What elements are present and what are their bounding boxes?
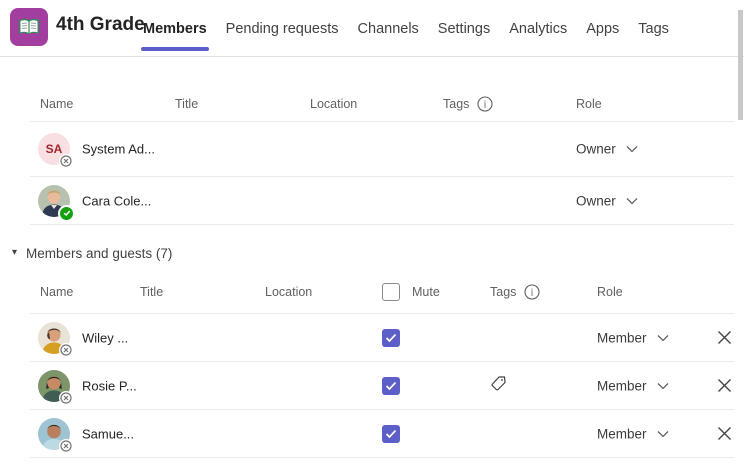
col-header-mute: Mute	[412, 285, 440, 299]
presence-blocked-icon	[59, 439, 73, 453]
svg-text:i: i	[484, 99, 487, 110]
mute-checkbox[interactable]	[382, 329, 400, 347]
col-header-role: Role	[597, 285, 623, 299]
tab-channels[interactable]: Channels	[358, 0, 419, 57]
table-row-member-wiley: Wiley ... Member	[30, 314, 734, 362]
members-table-header: Name Title Location Mute Tags i Role	[30, 271, 734, 314]
presence-available-icon	[60, 207, 73, 220]
col-header-location: Location	[310, 97, 357, 111]
tag-icon[interactable]	[490, 375, 507, 397]
table-row-owner-system-admin: SA System Ad... Owner	[30, 122, 734, 177]
role-dropdown[interactable]: Member	[597, 330, 669, 345]
tab-pending-requests[interactable]: Pending requests	[226, 0, 339, 57]
presence-blocked-icon	[59, 391, 73, 405]
owners-table-header: Name Title Location Tags i Role	[30, 86, 734, 122]
member-name: Samue...	[82, 426, 134, 441]
avatar: SA	[38, 133, 70, 165]
chevron-down-icon	[626, 146, 638, 153]
col-header-role: Role	[576, 97, 602, 111]
avatar	[38, 185, 70, 217]
mute-all-checkbox[interactable]	[382, 283, 400, 301]
remove-member-button[interactable]	[713, 327, 735, 349]
col-header-location: Location	[265, 285, 312, 299]
tab-bar: Members Pending requests Channels Settin…	[143, 0, 669, 57]
role-dropdown[interactable]: Member	[597, 378, 669, 393]
svg-text:i: i	[531, 288, 534, 299]
tags-info-icon[interactable]: i	[524, 284, 540, 300]
col-header-name: Name	[40, 285, 73, 299]
mute-checkbox[interactable]	[382, 377, 400, 395]
team-avatar-open-book-icon	[10, 8, 48, 46]
member-name: Wiley ...	[82, 330, 128, 345]
close-icon	[717, 378, 732, 393]
collapse-triangle-icon: ▾	[12, 248, 17, 258]
close-icon	[717, 330, 732, 345]
presence-blocked-icon	[59, 154, 73, 168]
member-name: Rosie P...	[82, 378, 137, 393]
chevron-down-icon	[657, 334, 669, 341]
chevron-down-icon	[626, 197, 638, 204]
members-and-guests-section-toggle[interactable]: ▾ Members and guests (7)	[0, 235, 744, 271]
member-name: System Ad...	[82, 142, 155, 157]
tab-apps[interactable]: Apps	[586, 0, 619, 57]
team-header: 4th Grade Members Pending requests Chann…	[0, 0, 744, 57]
remove-member-button[interactable]	[713, 423, 735, 445]
col-header-tags: Tags i	[490, 284, 540, 300]
tags-info-icon[interactable]: i	[477, 96, 493, 112]
table-row-member-rosie: Rosie P... Member	[30, 362, 734, 410]
chevron-down-icon	[657, 430, 669, 437]
vertical-scrollbar[interactable]	[738, 10, 743, 120]
close-icon	[717, 426, 732, 441]
avatar	[38, 418, 70, 450]
member-name: Cara Cole...	[82, 193, 151, 208]
team-name: 4th Grade	[56, 14, 145, 36]
section-title: Members and guests (7)	[26, 246, 172, 261]
col-header-title: Title	[140, 285, 163, 299]
col-header-name: Name	[40, 97, 73, 111]
col-header-tags: Tags i	[443, 96, 493, 112]
role-dropdown[interactable]: Owner	[576, 142, 638, 157]
table-row-member-samuel: Samue... Member	[30, 410, 734, 458]
tab-tags[interactable]: Tags	[638, 0, 669, 57]
active-tab-underline	[141, 47, 209, 51]
avatar	[38, 370, 70, 402]
mute-checkbox[interactable]	[382, 425, 400, 443]
avatar	[38, 322, 70, 354]
table-row-owner-cara-cole: Cara Cole... Owner	[30, 177, 734, 225]
owners-table: Name Title Location Tags i Role SA Syste…	[30, 86, 734, 225]
chevron-down-icon	[657, 382, 669, 389]
tab-members[interactable]: Members	[143, 0, 207, 57]
col-header-title: Title	[175, 97, 198, 111]
members-table: Name Title Location Mute Tags i Role	[30, 271, 734, 458]
remove-member-button[interactable]	[713, 375, 735, 397]
presence-blocked-icon	[59, 343, 73, 357]
tab-settings[interactable]: Settings	[438, 0, 490, 57]
role-dropdown[interactable]: Member	[597, 426, 669, 441]
tab-analytics[interactable]: Analytics	[509, 0, 567, 57]
role-dropdown[interactable]: Owner	[576, 193, 638, 208]
